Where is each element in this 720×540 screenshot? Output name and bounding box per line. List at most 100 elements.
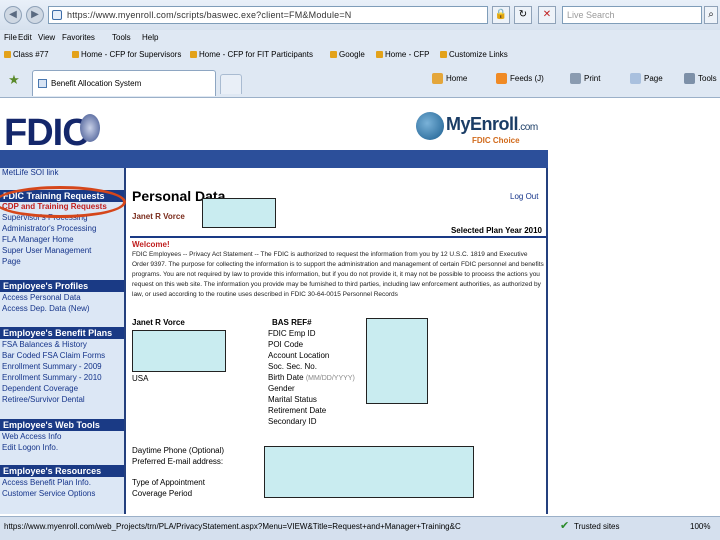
sidebar-link[interactable]: Bar Coded FSA Claim Forms xyxy=(2,351,105,361)
browser-chrome: ◀ ▶ https://www.myenroll.com/scripts/bas… xyxy=(0,0,720,98)
myenroll-suffix: .com xyxy=(518,122,538,133)
myenroll-logo: MyEnroll.com FDIC Choice xyxy=(416,110,548,150)
field-label: Marital Status xyxy=(268,395,317,404)
sidebar-link[interactable]: FSA Balances & History xyxy=(2,340,87,350)
sidebar-heading-benefits: Employee's Benefit Plans xyxy=(0,327,124,339)
tab-title: Benefit Allocation System xyxy=(51,79,142,88)
appointment-type-label: Type of Appointment xyxy=(132,478,205,487)
selected-plan-year: Selected Plan Year 2010 xyxy=(450,226,542,235)
myenroll-swoosh-icon xyxy=(416,112,444,140)
email-label: Preferred E-mail address: xyxy=(132,457,224,466)
new-tab-button[interactable] xyxy=(220,74,242,94)
fav-link[interactable]: Google xyxy=(330,50,365,59)
fav-link[interactable]: Class #77 xyxy=(4,50,49,59)
menu-bar: File Edit View Favorites Tools Help xyxy=(0,31,720,45)
date-format-hint: (MM/DD/YYYY) xyxy=(305,375,355,382)
status-url: https://www.myenroll.com/web_Projects/tr… xyxy=(4,522,461,531)
sidebar-link[interactable]: Web Access Info xyxy=(2,432,61,442)
fdic-seal-icon xyxy=(80,114,100,142)
user-name: Janet R Vorce xyxy=(132,212,185,221)
page-icon xyxy=(52,10,62,20)
tab-row: ★ Benefit Allocation System Home Feeds (… xyxy=(0,64,720,98)
welcome-heading: Welcome! xyxy=(132,240,170,249)
sidebar-link[interactable]: MetLife SOI link xyxy=(2,168,58,178)
fav-link[interactable]: Home - CFP for FIT Participants xyxy=(190,50,313,59)
forward-button[interactable]: ▶ xyxy=(26,6,44,24)
address-text: https://www.myenroll.com/scripts/baswec.… xyxy=(67,10,352,20)
sidebar-link[interactable]: Administrator's Processing xyxy=(2,224,96,234)
tools-label: Tools xyxy=(698,74,717,83)
field-label: BAS REF# xyxy=(272,318,312,327)
tab-benefit-allocation[interactable]: Benefit Allocation System xyxy=(32,70,216,96)
field-label: POI Code xyxy=(268,340,304,349)
redacted-block xyxy=(264,446,474,498)
address-bar-row: ◀ ▶ https://www.myenroll.com/scripts/bas… xyxy=(0,0,720,30)
fdic-logo: FDIC xyxy=(4,112,90,154)
country: USA xyxy=(132,374,149,383)
daytime-phone-label: Daytime Phone (Optional) xyxy=(132,446,225,455)
sidebar-link[interactable]: FLA Manager Home xyxy=(2,235,74,245)
home-button[interactable]: Home xyxy=(432,73,468,84)
field-label: Retirement Date xyxy=(268,406,327,415)
address-bar[interactable]: https://www.myenroll.com/scripts/baswec.… xyxy=(48,6,488,24)
search-input[interactable]: Live Search xyxy=(562,6,702,24)
sidebar-link[interactable]: Dependent Coverage xyxy=(2,384,78,394)
fav-link[interactable]: Home - CFP xyxy=(376,50,429,59)
sidebar-link[interactable]: Page xyxy=(2,257,21,267)
sidebar-link[interactable]: Super User Management xyxy=(2,246,91,256)
fav-link[interactable]: Customize Links xyxy=(440,50,508,59)
myenroll-wordmark: MyEnroll.com xyxy=(446,114,538,135)
page-content: FDIC MyEnroll.com FDIC Choice MetLife SO… xyxy=(0,100,720,514)
zoom-level[interactable]: 100% xyxy=(690,522,710,531)
home-label: Home xyxy=(446,74,468,83)
tools-menu-button[interactable]: Tools xyxy=(684,73,717,84)
favorites-star-icon[interactable]: ★ xyxy=(6,72,22,88)
sidebar-link[interactable]: Access Benefit Plan Info. xyxy=(2,478,91,488)
fav-link[interactable]: Home - CFP for Supervisors xyxy=(72,50,181,59)
security-zone[interactable]: Trusted sites xyxy=(574,522,620,531)
sidebar-link[interactable]: Retiree/Survivor Dental xyxy=(2,395,85,405)
search-placeholder: Live Search xyxy=(567,10,615,20)
field-label: Secondary ID xyxy=(268,417,317,426)
privacy-notice: FDIC Employees -- Privacy Act Statement … xyxy=(132,251,544,298)
field-label: Soc. Sec. No. xyxy=(268,362,317,371)
sidebar-link[interactable]: Enrollment Summary - 2009 xyxy=(2,362,102,372)
plan-year-bar: Selected Plan Year 2010 xyxy=(130,226,546,238)
sidebar-heading-webtools: Employee's Web Tools xyxy=(0,419,124,431)
menu-favorites[interactable]: Favorites xyxy=(62,33,95,42)
sidebar-link[interactable]: Access Personal Data xyxy=(2,293,81,303)
logout-link[interactable]: Log Out xyxy=(510,192,538,201)
redacted-block xyxy=(202,198,276,228)
stop-icon[interactable]: ✕ xyxy=(538,6,556,24)
employee-name: Janet R Vorce xyxy=(132,318,185,327)
field-label: Gender xyxy=(268,384,295,393)
field-label: Birth Date (MM/DD/YYYY) xyxy=(268,373,355,382)
sidebar-heading-resources: Employee's Resources xyxy=(0,465,124,477)
menu-tools[interactable]: Tools xyxy=(112,33,131,42)
feeds-button[interactable]: Feeds (J) xyxy=(496,73,544,84)
lock-icon[interactable]: 🔒 xyxy=(492,6,510,24)
sidebar-link[interactable]: Customer Service Options xyxy=(2,489,95,499)
page-label: Page xyxy=(644,74,663,83)
links-bar: Class #77 Home - CFP for Supervisors Hom… xyxy=(0,46,720,64)
menu-edit[interactable]: Edit xyxy=(18,33,32,42)
sidebar-link[interactable]: Access Dep. Data (New) xyxy=(2,304,90,314)
sidebar-heading-profiles: Employee's Profiles xyxy=(0,280,124,292)
print-button[interactable]: Print xyxy=(570,73,600,84)
menu-help[interactable]: Help xyxy=(142,33,158,42)
sidebar-link[interactable]: Edit Logon Info. xyxy=(2,443,58,453)
menu-view[interactable]: View xyxy=(38,33,55,42)
myenroll-subtitle: FDIC Choice xyxy=(472,136,520,145)
feeds-label: Feeds (J) xyxy=(510,74,544,83)
sidebar-link[interactable]: Enrollment Summary - 2010 xyxy=(2,373,102,383)
refresh-icon[interactable]: ↻ xyxy=(514,6,532,24)
sidebar: MetLife SOI link FDIC Training Requests … xyxy=(0,168,126,514)
search-icon[interactable]: ⌕ xyxy=(704,6,718,24)
back-button[interactable]: ◀ xyxy=(4,6,22,24)
page-menu-button[interactable]: Page xyxy=(630,73,663,84)
field-label: FDIC Emp ID xyxy=(268,329,316,338)
redacted-block xyxy=(132,330,226,372)
menu-file[interactable]: File xyxy=(4,33,17,42)
highlight-circle xyxy=(0,186,126,218)
redacted-block xyxy=(366,318,428,404)
